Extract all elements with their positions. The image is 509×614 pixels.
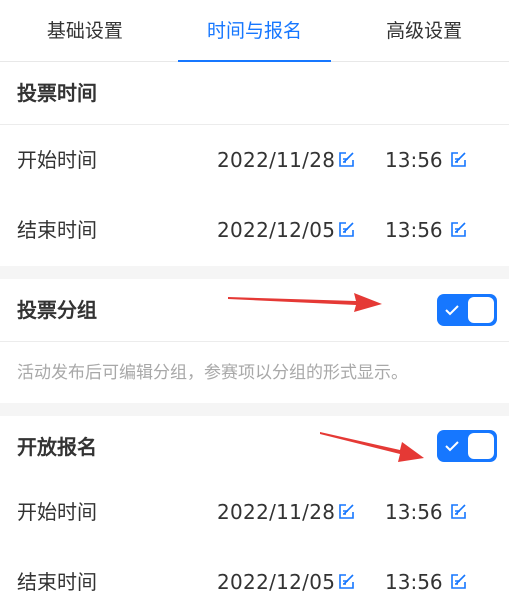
annotation-arrow [228, 293, 382, 312]
edit-icon[interactable] [338, 573, 355, 590]
vote-start-time[interactable]: 13:56 [385, 125, 443, 195]
edit-icon[interactable] [450, 503, 467, 520]
registration-start-time[interactable]: 13:56 [385, 477, 443, 547]
edit-icon[interactable] [450, 573, 467, 590]
vote-end-label: 结束时间 [17, 218, 97, 242]
edit-icon[interactable] [338, 503, 355, 520]
vote-group-toggle[interactable] [437, 294, 497, 326]
edit-icon[interactable] [338, 151, 355, 168]
edit-icon[interactable] [450, 151, 467, 168]
registration-end-time[interactable]: 13:56 [385, 547, 443, 614]
vote-time-title: 投票时间 [17, 81, 97, 105]
tab-bar: 基础设置 时间与报名 高级设置 [0, 0, 509, 62]
vote-time-section: 投票时间 开始时间 2022/11/28 13:56 结束时间 2022/12/… [0, 62, 509, 266]
vote-end-row: 结束时间 2022/12/05 13:56 [0, 195, 509, 265]
registration-end-date[interactable]: 2022/12/05 [217, 547, 335, 614]
annotation-arrow [320, 432, 424, 462]
registration-start-label: 开始时间 [17, 500, 97, 524]
check-icon [445, 441, 459, 452]
vote-start-row: 开始时间 2022/11/28 13:56 [0, 125, 509, 195]
toggle-knob [468, 297, 494, 323]
vote-end-time[interactable]: 13:56 [385, 195, 443, 265]
vote-group-hint: 活动发布后可编辑分组，参赛项以分组的形式显示。 [17, 363, 408, 383]
edit-icon[interactable] [450, 221, 467, 238]
registration-end-label: 结束时间 [17, 570, 97, 594]
registration-start-row: 开始时间 2022/11/28 13:56 [0, 477, 509, 547]
toggle-knob [468, 433, 494, 459]
registration-toggle[interactable] [437, 430, 497, 462]
check-icon [445, 305, 459, 316]
tab-basic-settings[interactable]: 基础设置 [0, 0, 170, 61]
tab-time-and-registration[interactable]: 时间与报名 [170, 0, 340, 62]
edit-icon[interactable] [338, 221, 355, 238]
registration-title: 开放报名 [17, 435, 97, 459]
registration-section: 开放报名 开始时间 2022/11/28 13:56 结束时间 2022/12/… [0, 416, 509, 614]
vote-start-date[interactable]: 2022/11/28 [217, 125, 335, 195]
vote-start-label: 开始时间 [17, 148, 97, 172]
tab-advanced-settings[interactable]: 高级设置 [339, 0, 509, 61]
vote-end-date[interactable]: 2022/12/05 [217, 195, 335, 265]
registration-start-date[interactable]: 2022/11/28 [217, 477, 335, 547]
registration-end-row: 结束时间 2022/12/05 13:56 [0, 547, 509, 614]
